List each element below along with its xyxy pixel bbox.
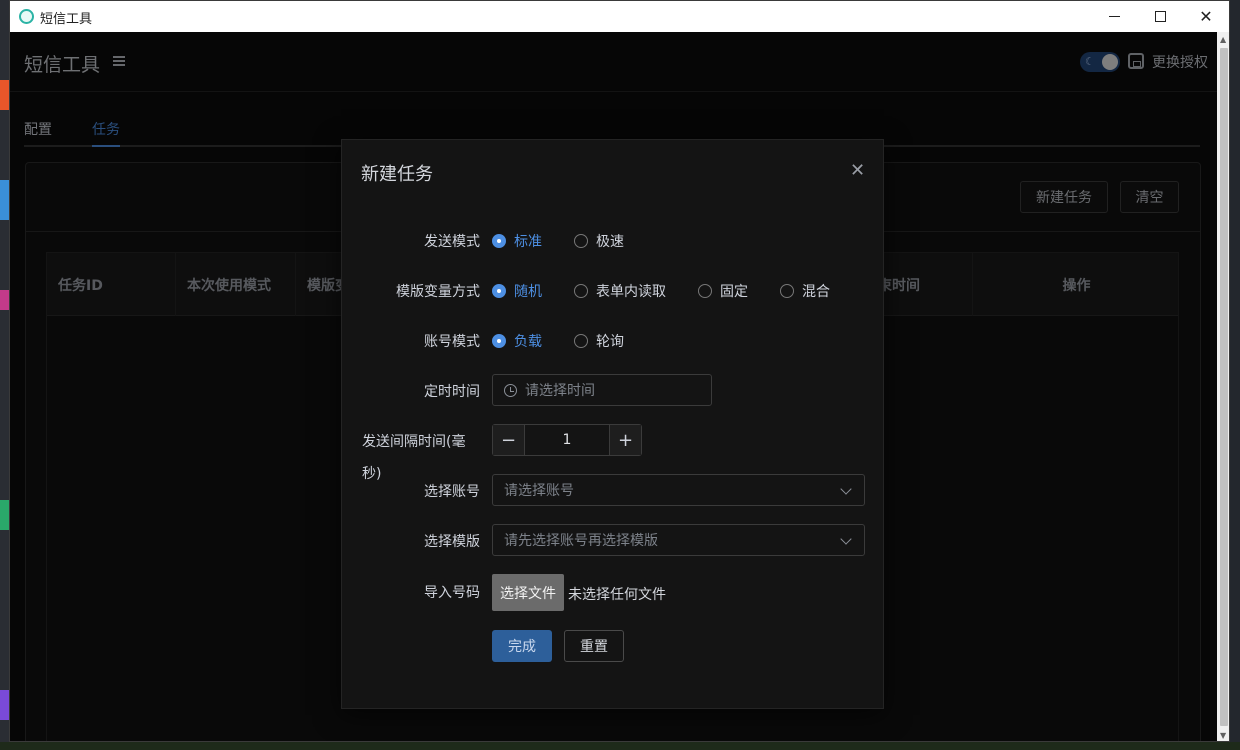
minimize-icon <box>1108 16 1120 17</box>
clock-icon <box>504 383 517 397</box>
scroll-down-icon[interactable]: ▼ <box>1220 731 1226 740</box>
interval-increase-button[interactable]: + <box>609 425 641 455</box>
dialog-title: 新建任务 <box>361 164 433 185</box>
maximize-button[interactable] <box>1137 1 1183 32</box>
template-select[interactable]: 请先选择账号再选择模版 <box>492 524 865 556</box>
send-mode-label: 发送模式 <box>424 234 480 250</box>
submit-button[interactable]: 完成 <box>492 630 552 662</box>
interval-value[interactable]: 1 <box>525 425 609 455</box>
window-title: 短信工具 <box>40 12 93 27</box>
desktop-bottom-strip <box>0 742 1240 750</box>
send-mode-standard-radio[interactable]: 标准 <box>492 231 542 251</box>
import-label: 导入号码 <box>424 585 480 601</box>
var-mode-mixed-radio[interactable]: 混合 <box>780 281 830 301</box>
send-mode-fast-radio[interactable]: 极速 <box>574 231 624 251</box>
schedule-time-picker[interactable]: 请选择时间 <box>492 374 712 406</box>
scroll-thumb[interactable] <box>1220 48 1228 726</box>
var-mode-form-radio[interactable]: 表单内读取 <box>574 281 666 301</box>
maximize-icon <box>1154 11 1166 22</box>
var-mode-label: 模版变量方式 <box>396 284 480 300</box>
reset-button[interactable]: 重置 <box>564 630 624 662</box>
account-select-placeholder: 请选择账号 <box>504 483 574 499</box>
scroll-up-icon[interactable]: ▲ <box>1220 35 1226 44</box>
chevron-down-icon <box>840 533 852 545</box>
account-select[interactable]: 请选择账号 <box>492 474 865 506</box>
desktop-right-strip <box>1230 0 1240 750</box>
account-mode-label: 账号模式 <box>424 334 480 350</box>
vertical-scrollbar[interactable]: ▲ ▼ <box>1217 32 1229 741</box>
interval-decrease-button[interactable]: − <box>493 425 525 455</box>
window-titlebar: 短信工具 ✕ <box>10 1 1229 32</box>
template-select-label: 选择模版 <box>424 534 480 550</box>
dialog-close-icon[interactable]: ✕ <box>850 160 865 181</box>
var-mode-fixed-radio[interactable]: 固定 <box>698 281 748 301</box>
close-window-button[interactable]: ✕ <box>1183 1 1229 32</box>
schedule-label: 定时时间 <box>424 384 480 400</box>
close-icon: ✕ <box>1199 7 1213 26</box>
app-window: 短信工具 ✕ 短信工具 ☾ 更换授权 配置 任务 新建任务 清空 任务ID 本次… <box>9 0 1230 742</box>
template-select-placeholder: 请先选择账号再选择模版 <box>504 533 658 549</box>
interval-label-line2: 秒) <box>362 466 382 482</box>
file-status-text: 未选择任何文件 <box>568 587 666 603</box>
new-task-dialog: 新建任务 ✕ 发送模式 标准 极速 模版变量方式 随机 表单内读取 固定 混合 … <box>341 139 884 709</box>
desktop-left-strip <box>0 0 9 750</box>
account-select-label: 选择账号 <box>424 484 480 500</box>
choose-file-button[interactable]: 选择文件 <box>492 574 564 611</box>
account-mode-load-radio[interactable]: 负载 <box>492 331 542 351</box>
interval-label-line1: 发送间隔时间(毫 <box>362 434 466 450</box>
minimize-button[interactable] <box>1091 1 1137 32</box>
schedule-placeholder: 请选择时间 <box>525 383 595 399</box>
chevron-down-icon <box>840 483 852 495</box>
interval-stepper: − 1 + <box>492 424 642 456</box>
app-logo-icon <box>19 9 34 24</box>
var-mode-random-radio[interactable]: 随机 <box>492 281 542 301</box>
account-mode-poll-radio[interactable]: 轮询 <box>574 331 624 351</box>
